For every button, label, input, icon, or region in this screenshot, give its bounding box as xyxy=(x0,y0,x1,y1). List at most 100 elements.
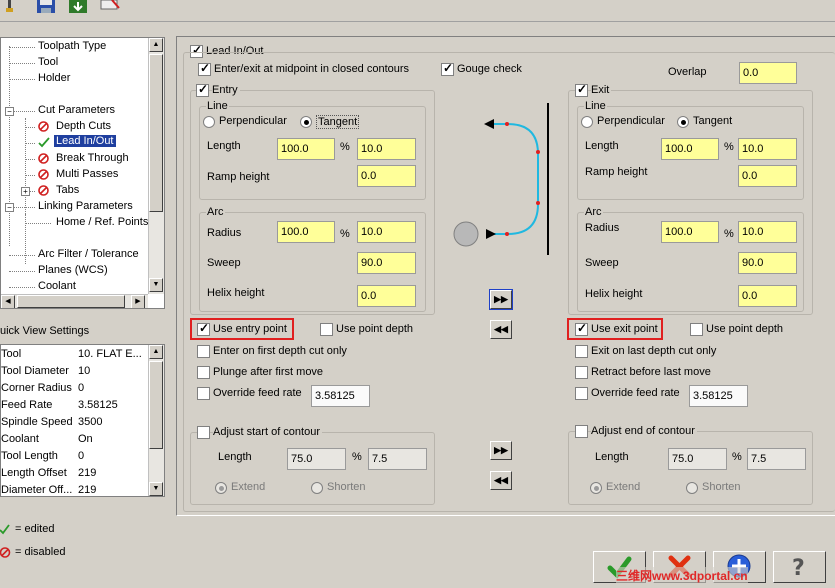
exit-adjust-length-input[interactable]: 75.0 xyxy=(668,448,727,470)
tree-item-tool[interactable]: Tool xyxy=(38,56,58,68)
entry-ramp-label: Ramp height xyxy=(207,171,270,183)
use-exit-point-checkbox[interactable] xyxy=(575,321,588,336)
enter-first-depth-checkbox[interactable] xyxy=(197,345,210,358)
entry-ramp-input[interactable]: 0.0 xyxy=(357,165,416,187)
scroll-thumb[interactable] xyxy=(149,54,163,212)
scroll-up-icon[interactable]: ▲ xyxy=(149,38,163,52)
exit-length-input[interactable]: 100.0 xyxy=(661,138,719,160)
exit-override-feed-checkbox[interactable] xyxy=(575,387,588,400)
exit-radius-abs-input[interactable]: 10.0 xyxy=(738,221,797,243)
quick-view-key: Corner Radius xyxy=(1,382,72,394)
tree-item-cut-parameters[interactable]: Cut Parameters xyxy=(38,104,115,116)
tree-hscrollbar[interactable]: ◀ ▶ xyxy=(1,294,148,308)
overlap-label: Overlap xyxy=(668,66,707,78)
exit-use-point-depth-checkbox[interactable] xyxy=(690,323,703,336)
retract-label: Retract before last move xyxy=(591,366,711,378)
quick-view-row: Tool Diameter 10 xyxy=(1,365,151,382)
tree-item-break-through[interactable]: Break Through xyxy=(56,152,129,164)
tree-item-tabs[interactable]: Tabs xyxy=(56,184,79,196)
scroll-left-icon[interactable]: ◀ xyxy=(1,295,15,308)
tree-item-toolpath-type[interactable]: Toolpath Type xyxy=(38,40,106,52)
midpoint-label: Enter/exit at midpoint in closed contour… xyxy=(214,63,410,75)
wrench-icon[interactable] xyxy=(3,0,17,14)
copy-to-entry-button[interactable]: ◀◀ xyxy=(490,320,512,339)
exit-helix-input[interactable]: 0.0 xyxy=(738,285,797,307)
expand-icon[interactable]: + xyxy=(21,187,30,196)
help-button[interactable]: ? xyxy=(773,551,826,583)
collapse-icon[interactable]: − xyxy=(5,203,14,212)
scroll-down-icon[interactable]: ▼ xyxy=(149,278,163,292)
exit-perpendicular-radio[interactable] xyxy=(581,116,593,128)
exit-tangent-radio[interactable] xyxy=(677,116,689,128)
tree-item-holder[interactable]: Holder xyxy=(38,72,70,84)
entry-override-feed-checkbox[interactable] xyxy=(197,387,210,400)
entry-extend-radio[interactable] xyxy=(215,482,227,494)
tree-item-planes[interactable]: Planes (WCS) xyxy=(38,264,108,276)
exit-adjust-abs-input[interactable]: 7.5 xyxy=(747,448,806,470)
save-icon[interactable] xyxy=(36,0,56,14)
entry-length-pct: % xyxy=(340,141,350,153)
clear-icon[interactable] xyxy=(100,0,120,10)
plunge-checkbox[interactable] xyxy=(197,366,210,379)
entry-shorten-radio[interactable] xyxy=(311,482,323,494)
tree-item-arc-filter[interactable]: Arc Filter / Tolerance xyxy=(38,248,139,260)
exit-extend-radio[interactable] xyxy=(590,482,602,494)
entry-checkbox[interactable] xyxy=(196,82,209,97)
use-entry-point-checkbox[interactable] xyxy=(197,321,210,336)
tree-item-coolant[interactable]: Coolant xyxy=(38,280,76,292)
entry-use-point-depth-checkbox[interactable] xyxy=(320,323,333,336)
scroll-down-icon[interactable]: ▼ xyxy=(149,482,163,496)
exit-ramp-input[interactable]: 0.0 xyxy=(738,165,797,187)
entry-adjust-length-input[interactable]: 75.0 xyxy=(287,448,346,470)
exit-use-point-depth-label: Use point depth xyxy=(706,323,784,335)
quick-view-key: Length Offset xyxy=(1,467,67,479)
retract-checkbox[interactable] xyxy=(575,366,588,379)
overlap-input[interactable]: 0.0 xyxy=(739,62,797,84)
tree-item-multi-passes[interactable]: Multi Passes xyxy=(56,168,118,180)
exit-shorten-radio[interactable] xyxy=(686,482,698,494)
exit-length-abs-input[interactable]: 10.0 xyxy=(738,138,797,160)
tree-vscrollbar[interactable]: ▲ ▼ xyxy=(148,38,164,294)
entry-helix-input[interactable]: 0.0 xyxy=(357,285,416,307)
adjust-end-checkbox[interactable] xyxy=(575,425,588,438)
copy-to-exit-button[interactable]: ▶▶ xyxy=(489,289,513,310)
entry-radius-abs-input[interactable]: 10.0 xyxy=(357,221,416,243)
use-exit-point-label: Use exit point xyxy=(591,323,658,335)
tree-item-lead-in-out[interactable]: Lead In/Out xyxy=(54,135,116,147)
entry-tangent-radio[interactable] xyxy=(300,116,312,128)
exit-last-depth-checkbox[interactable] xyxy=(575,345,588,358)
entry-radius-input[interactable]: 100.0 xyxy=(277,221,335,243)
scroll-thumb[interactable] xyxy=(17,295,125,308)
exit-tangent-label: Tangent xyxy=(693,115,733,127)
scroll-thumb[interactable] xyxy=(149,361,163,449)
quick-view-key: Diameter Off... xyxy=(1,484,73,496)
collapse-icon[interactable]: − xyxy=(5,107,14,116)
quick-view-vscrollbar[interactable]: ▲ ▼ xyxy=(148,345,164,496)
entry-sweep-input[interactable]: 90.0 xyxy=(357,252,416,274)
tree-item-depth-cuts[interactable]: Depth Cuts xyxy=(56,120,111,132)
entry-length-input[interactable]: 100.0 xyxy=(277,138,335,160)
gouge-check-checkbox[interactable] xyxy=(441,61,454,76)
exit-checkbox[interactable] xyxy=(575,82,588,97)
entry-length-abs-input[interactable]: 10.0 xyxy=(357,138,416,160)
quick-view-key: Feed Rate xyxy=(1,399,53,411)
import-icon[interactable] xyxy=(68,0,88,14)
entry-adjust-abs-input[interactable]: 7.5 xyxy=(368,448,427,470)
exit-radius-pct: % xyxy=(724,228,734,240)
exit-radius-input[interactable]: 100.0 xyxy=(661,221,719,243)
tree-item-home-ref-points[interactable]: Home / Ref. Points xyxy=(56,216,148,228)
exit-override-feed-input[interactable]: 3.58125 xyxy=(689,385,748,407)
adjust-start-checkbox[interactable] xyxy=(197,426,210,439)
copy-adjust-to-exit-button[interactable]: ▶▶ xyxy=(490,441,512,460)
scroll-right-icon[interactable]: ▶ xyxy=(131,295,145,308)
midpoint-checkbox[interactable] xyxy=(198,61,211,76)
entry-override-feed-input[interactable]: 3.58125 xyxy=(311,385,370,407)
entry-perpendicular-radio[interactable] xyxy=(203,116,215,128)
exit-sweep-input[interactable]: 90.0 xyxy=(738,252,797,274)
tree-item-linking-parameters[interactable]: Linking Parameters xyxy=(38,200,133,212)
disabled-icon xyxy=(0,547,11,561)
copy-adjust-to-entry-button[interactable]: ◀◀ xyxy=(490,471,512,490)
scroll-up-icon[interactable]: ▲ xyxy=(149,345,163,359)
quick-view-value: 219 xyxy=(78,484,97,496)
adjust-start-label: Adjust start of contour xyxy=(213,426,322,438)
